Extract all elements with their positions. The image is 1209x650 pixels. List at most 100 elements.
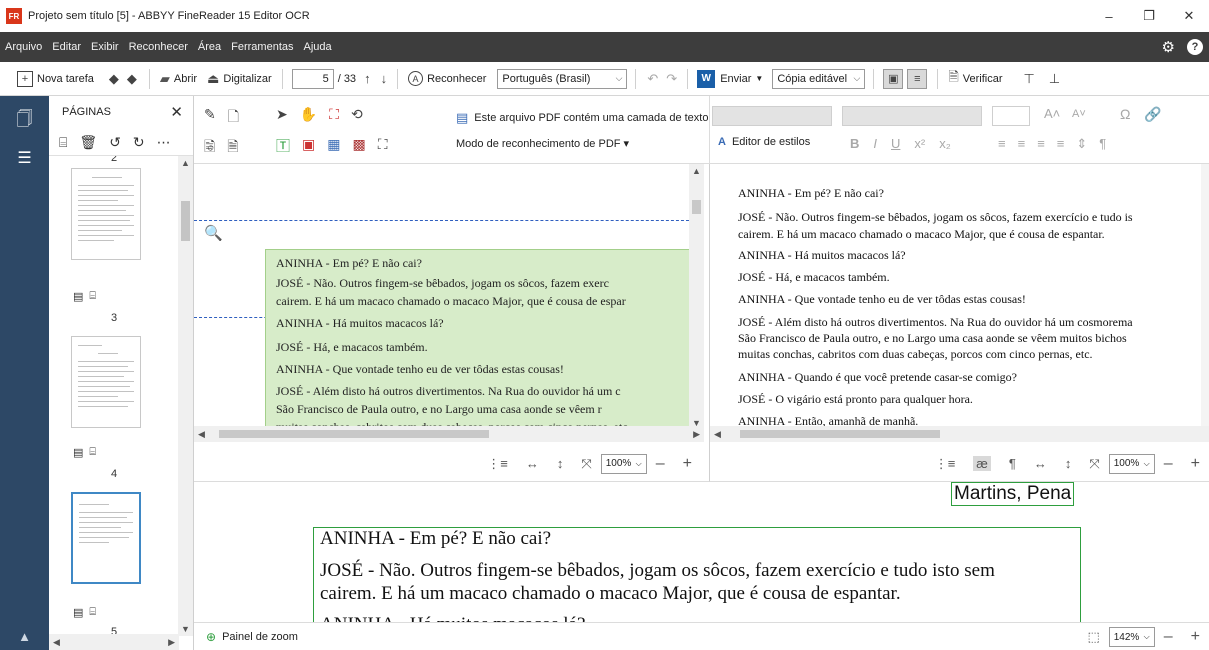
zoom-pane[interactable]: Martins, Pena ANINHA - Em pé? E não cai?… (194, 482, 1209, 622)
scan-button[interactable]: ⏏ Digitalizar (202, 67, 277, 91)
language-select[interactable]: Português (Brasil) ⌵ (497, 68, 628, 89)
scrollbar-thumb[interactable] (692, 200, 701, 214)
layers-icon[interactable]: ◆ (127, 71, 137, 87)
menu-editar[interactable]: Editar (47, 41, 86, 53)
menu-exibir[interactable]: Exibir (86, 41, 124, 53)
scroll-left-icon[interactable]: ◀ (714, 429, 721, 440)
rotate-right-icon[interactable]: ↻ (133, 134, 145, 151)
page-thumbnail[interactable] (71, 336, 141, 428)
image-zoom-select[interactable]: 100% ⌵ (600, 453, 647, 474)
pan-tool-icon[interactable]: ✋ (300, 106, 317, 123)
font-size-select[interactable] (992, 106, 1030, 126)
image-pane-vertical-scrollbar[interactable]: ▲ ▼ (689, 164, 704, 430)
text-line[interactable]: JOSÉ - Não. Outros fingem-se bêbados, jo… (738, 210, 1133, 225)
menu-ajuda[interactable]: Ajuda (299, 41, 337, 53)
decrease-font-icon[interactable]: A˅ (1072, 108, 1086, 120)
scroll-left-icon[interactable]: ◀ (53, 637, 60, 648)
settings-gear-icon[interactable]: ⚙ (1162, 38, 1175, 56)
page-thumbnail-selected[interactable] (71, 492, 141, 584)
pages-scrollbar-thumb[interactable] (181, 201, 190, 241)
text-line[interactable]: ANINHA - Que vontade tenho eu de ver tôd… (738, 292, 1026, 307)
zoom-caption-area[interactable]: Martins, Pena (951, 482, 1075, 506)
menu-ferramentas[interactable]: Ferramentas (226, 41, 298, 53)
warning-icon[interactable]: ▲ (0, 622, 49, 650)
show-formatting-icon[interactable]: æ (973, 456, 991, 471)
zoom-out-icon[interactable]: – (656, 455, 665, 473)
send-button[interactable]: Enviar ▼ (715, 67, 768, 91)
align-left-icon[interactable]: ≡ (998, 136, 1006, 152)
menu-reconhecer[interactable]: Reconhecer (124, 41, 193, 53)
scroll-right-icon[interactable]: ▶ (693, 429, 700, 440)
text-line[interactable]: ANINHA - Há muitos macacos lá? (738, 248, 906, 263)
analyze-page-icon[interactable]: 🗎 (227, 136, 238, 160)
scrollbar-thumb[interactable] (219, 430, 489, 438)
paragraph-marks-icon[interactable]: ¶ (1009, 456, 1016, 471)
image-pane[interactable]: 🔍 ANINHA - Em pé? E não cai? JOSÉ - Não.… (194, 164, 709, 446)
underline-icon[interactable]: U (891, 136, 900, 151)
page-number-input[interactable]: 5 (291, 68, 334, 89)
style-select[interactable] (712, 106, 832, 126)
open-button[interactable]: ▰ Abrir (155, 67, 202, 91)
pages-panel-icon[interactable]: 🗍 (0, 108, 49, 135)
recognize-page-icon[interactable]: 🗟 (204, 136, 215, 160)
align-right-icon[interactable]: ≡ (1037, 136, 1045, 152)
line-spacing-icon[interactable]: ⇕ (1076, 136, 1087, 152)
zoom-out-icon[interactable]: – (1164, 628, 1173, 646)
minimize-button[interactable]: – (1089, 0, 1129, 32)
previous-page-icon[interactable]: ↑ (364, 71, 371, 86)
menu-area[interactable]: Área (193, 41, 226, 53)
pin-bottom-icon[interactable]: ⊥ (1049, 71, 1060, 87)
zoom-out-icon[interactable]: – (1164, 455, 1173, 473)
table-area-icon[interactable]: ▦ (327, 136, 340, 156)
select-tool-icon[interactable]: ➤ (276, 106, 288, 123)
text-area-icon[interactable]: 🅃 (276, 136, 290, 156)
text-line[interactable]: ANINHA - Em pé? E não cai? (738, 186, 884, 201)
recognize-button[interactable]: A Reconhecer (403, 67, 491, 91)
text-pane-horizontal-scrollbar[interactable]: ◀ (710, 426, 1209, 442)
text-line[interactable]: ANINHA - Quando é que você pretende casa… (738, 370, 1017, 385)
text-line[interactable]: São Francisco de Paula outro, e no Largo… (738, 331, 1127, 346)
page-thumbnail[interactable] (71, 168, 141, 260)
word-icon[interactable]: W (697, 69, 716, 88)
zoom-pane-zoom-select[interactable]: 142% ⌵ (1108, 627, 1155, 647)
fit-area-icon[interactable]: ⬚ (1087, 629, 1099, 645)
delete-area-icon[interactable]: ⛶ (329, 106, 339, 123)
special-character-icon[interactable]: Ω (1120, 106, 1130, 122)
text-view-icon[interactable]: ≡ (907, 68, 928, 89)
text-zoom-select[interactable]: 100% ⌵ (1108, 453, 1155, 474)
recognized-text-area[interactable]: ANINHA - Em pé? E não cai? JOSÉ - Não. O… (265, 249, 695, 434)
align-center-icon[interactable]: ≡ (1018, 136, 1026, 152)
close-panel-icon[interactable]: ✕ (170, 103, 183, 121)
order-areas-icon[interactable]: ⟲ (351, 106, 363, 123)
new-task-button[interactable]: + Nova tarefa (12, 67, 99, 91)
picture-area-icon[interactable]: ▣ (302, 136, 315, 156)
style-editor-button[interactable]: A Editor de estilos (718, 136, 810, 148)
fit-page-icon[interactable]: ⋮≡ (935, 456, 956, 472)
zoom-in-icon[interactable]: + (1191, 455, 1200, 473)
text-line[interactable]: muitas conchas, cabritos com duas cabeça… (738, 347, 1093, 362)
redo-icon[interactable]: ↷ (666, 71, 677, 87)
output-mode-select[interactable]: Cópia editável ⌵ (772, 68, 866, 89)
text-line[interactable]: JOSÉ - Além disto há outros divertimento… (738, 315, 1133, 330)
fit-width-icon[interactable]: ↔ (1034, 456, 1047, 471)
fit-page-icon[interactable]: ⋮≡ (487, 456, 508, 472)
close-button[interactable]: ✕ (1169, 0, 1209, 32)
list-view-icon[interactable]: ☰ (0, 148, 49, 168)
subscript-icon[interactable]: x₂ (939, 136, 951, 151)
background-area-icon[interactable]: ▩ (352, 136, 365, 156)
increase-font-icon[interactable]: A˄ (1044, 106, 1060, 121)
font-select[interactable] (842, 106, 982, 126)
help-icon[interactable]: ? (1187, 39, 1203, 55)
pdf-recognition-mode-button[interactable]: Modo de reconhecimento de PDF ▾ (456, 137, 629, 150)
zoom-in-icon[interactable]: + (683, 455, 692, 473)
fit-all-icon[interactable]: ⤧ (581, 456, 591, 472)
scroll-up-icon[interactable]: ▲ (692, 166, 701, 176)
scroll-left-icon[interactable]: ◀ (198, 429, 205, 440)
rotate-left-icon[interactable]: ↺ (109, 134, 121, 151)
pages-horizontal-scrollbar[interactable]: ◀ ▶ (49, 634, 179, 650)
image-pane-horizontal-scrollbar[interactable]: ◀ ▶ (194, 426, 704, 442)
layers-add-icon[interactable]: ◆ (109, 71, 119, 87)
barcode-area-icon[interactable]: ⛶ (378, 136, 388, 156)
bold-icon[interactable]: B (850, 136, 859, 151)
next-page-icon[interactable]: ↓ (381, 71, 388, 86)
